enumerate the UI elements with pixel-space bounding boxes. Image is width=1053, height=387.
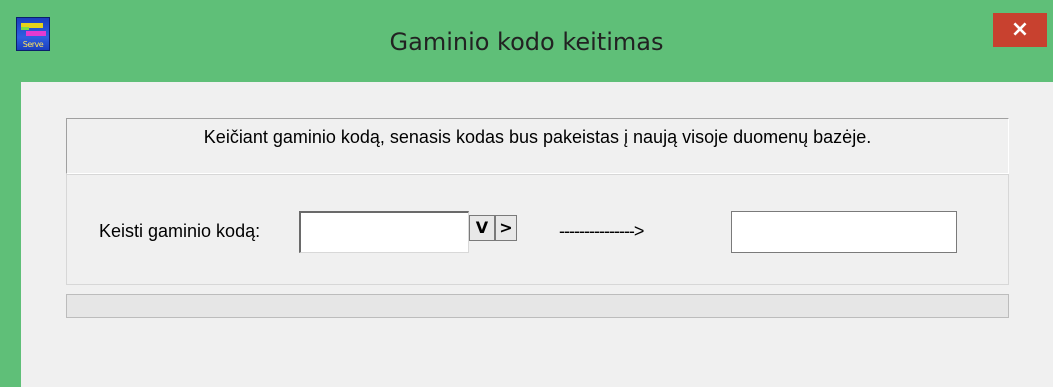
close-button[interactable]: × (993, 13, 1047, 47)
dialog-window: Serve Gaminio kodo keitimas × Keičiant g… (0, 0, 1053, 387)
old-code-input[interactable] (299, 211, 469, 253)
change-code-label: Keisti gaminio kodą: (99, 221, 261, 241)
dropdown-button[interactable]: V (469, 215, 495, 241)
info-panel: Keičiant gaminio kodą, senasis kodas bus… (66, 118, 1009, 174)
new-code-input[interactable] (731, 211, 957, 253)
info-message: Keičiant gaminio kodą, senasis kodas bus… (203, 127, 872, 147)
code-edit-panel: Keisti gaminio kodą: V > ---------------… (66, 174, 1009, 285)
progress-bar (66, 294, 1009, 318)
chevron-right-icon: > (499, 218, 513, 237)
next-button[interactable]: > (495, 215, 517, 241)
arrow-indicator: ---------------> (559, 221, 644, 241)
window-title: Gaminio kodo keitimas (389, 28, 664, 56)
old-code-combo: V > (299, 211, 523, 253)
dialog-client-area: Keičiant gaminio kodą, senasis kodas bus… (21, 82, 1053, 387)
chevron-down-icon: V (475, 218, 489, 237)
title-bar[interactable]: Serve Gaminio kodo keitimas × (0, 0, 1053, 82)
